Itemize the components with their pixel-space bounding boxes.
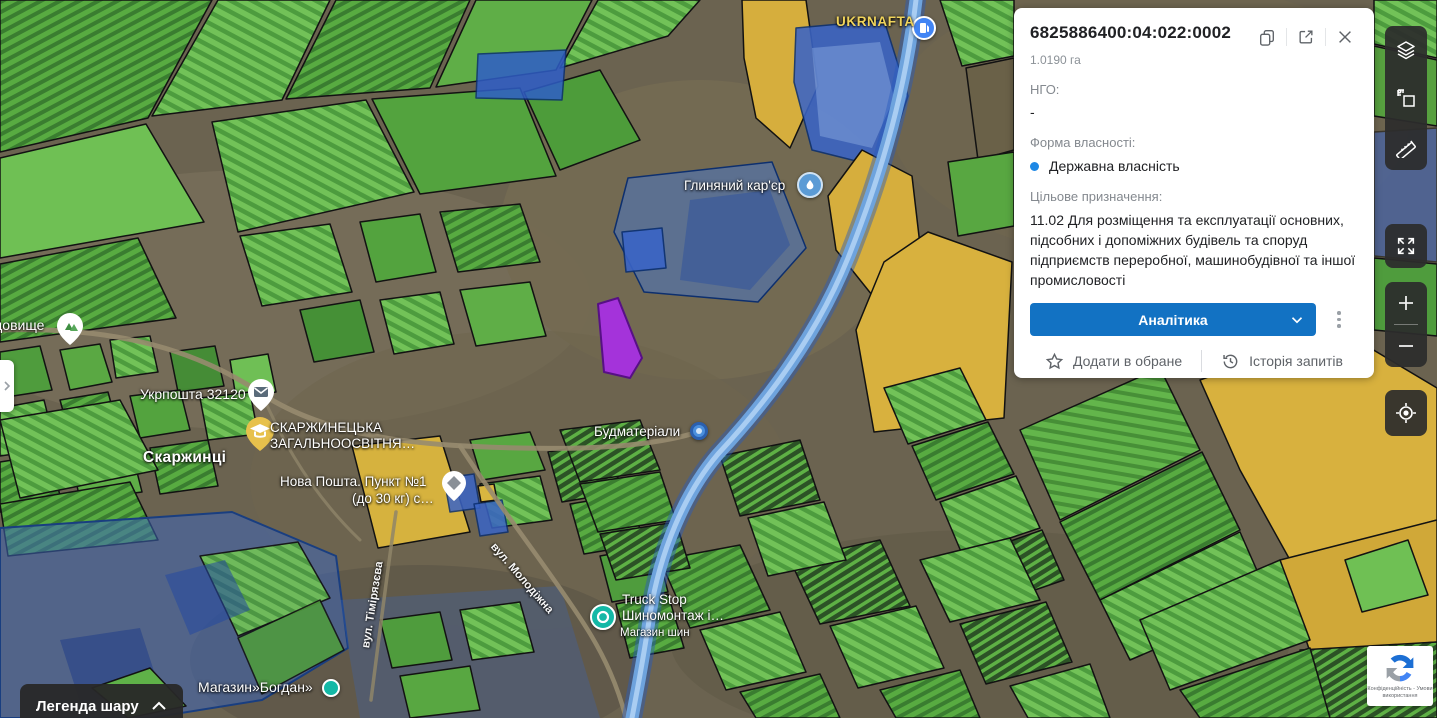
divider: [1325, 28, 1326, 46]
cemetery-pin-icon[interactable]: [55, 312, 85, 346]
map-app: UKRNAFTA Глиняний кар'єр Кладовище Укрпо…: [0, 0, 1437, 718]
recaptcha-terms-text: використання: [1367, 693, 1432, 700]
ngo-label: НГО:: [1030, 82, 1358, 97]
recaptcha-logo-icon: [1384, 652, 1416, 684]
ownership-label: Форма власності:: [1030, 135, 1358, 150]
expand-icon: [1395, 235, 1417, 257]
purpose-label: Цільове призначення:: [1030, 189, 1358, 204]
post-office-pin-icon[interactable]: [246, 378, 276, 412]
fullscreen-button[interactable]: [1385, 224, 1427, 268]
star-icon: [1045, 352, 1064, 371]
query-history-link[interactable]: Історія запитів: [1221, 352, 1343, 371]
history-label: Історія запитів: [1249, 353, 1343, 369]
recaptcha-badge[interactable]: Конфіденційність - Умови використання: [1367, 646, 1433, 706]
ruler-button[interactable]: [1385, 122, 1427, 170]
layers-button[interactable]: [1385, 26, 1427, 74]
bridge-point-icon[interactable]: [690, 422, 708, 440]
ruler-icon: [1394, 134, 1418, 158]
recaptcha-privacy-text: Конфіденційність - Умови: [1367, 686, 1432, 693]
quarry-water-icon[interactable]: [797, 172, 823, 198]
chevron-right-icon: [2, 380, 12, 392]
favorites-label: Додати в обране: [1073, 353, 1182, 369]
school-pin-icon[interactable]: [244, 416, 276, 452]
history-clock-icon: [1221, 352, 1240, 371]
shop-bohdan-icon[interactable]: [322, 679, 340, 697]
ngo-value: -: [1030, 104, 1358, 120]
divider: [1201, 350, 1202, 372]
add-to-favorites-link[interactable]: Додати в обране: [1045, 352, 1182, 371]
copy-icon[interactable]: [1254, 24, 1280, 50]
measure-area-icon: [1394, 86, 1418, 110]
map-tools-group: [1385, 26, 1427, 170]
plus-icon: [1396, 293, 1416, 313]
cadastral-number: 6825886400:04:022:0002: [1030, 23, 1254, 43]
my-location-button[interactable]: [1385, 390, 1427, 436]
locate-group: [1385, 390, 1427, 436]
layers-icon: [1394, 38, 1418, 62]
analytics-button-label: Аналітика: [1138, 312, 1207, 328]
parcel-area: 1.0190 га: [1030, 53, 1358, 67]
ownership-dot: [1030, 162, 1039, 171]
divider: [1286, 28, 1287, 46]
close-icon[interactable]: [1332, 24, 1358, 50]
nova-poshta-pin-icon[interactable]: [440, 470, 468, 502]
parcel-info-panel: 6825886400:04:022:0002 1.0190 га НГО: - …: [1014, 8, 1374, 378]
minus-icon: [1396, 336, 1416, 356]
ownership-value: Державна власність: [1049, 158, 1180, 174]
truck-stop-icon[interactable]: [590, 604, 616, 630]
chevron-down-icon: [1288, 311, 1306, 329]
measure-area-button[interactable]: [1385, 74, 1427, 122]
analytics-button[interactable]: Аналітика: [1030, 303, 1316, 336]
gas-station-icon[interactable]: [912, 16, 936, 40]
sidebar-expand-tab[interactable]: [0, 360, 14, 412]
zoom-group: [1385, 282, 1427, 367]
locate-icon: [1394, 401, 1418, 425]
more-options-icon[interactable]: [1333, 307, 1345, 332]
purpose-value: 11.02 Для розміщення та експлуатації осн…: [1030, 210, 1358, 290]
legend-label: Легенда шару: [36, 698, 139, 715]
chevron-up-icon: [151, 701, 167, 711]
zoom-out-button[interactable]: [1385, 325, 1427, 367]
open-external-icon[interactable]: [1293, 24, 1319, 50]
fullscreen-group: [1385, 224, 1427, 268]
zoom-in-button[interactable]: [1385, 282, 1427, 324]
layer-legend-toggle[interactable]: Легенда шару: [20, 684, 183, 718]
